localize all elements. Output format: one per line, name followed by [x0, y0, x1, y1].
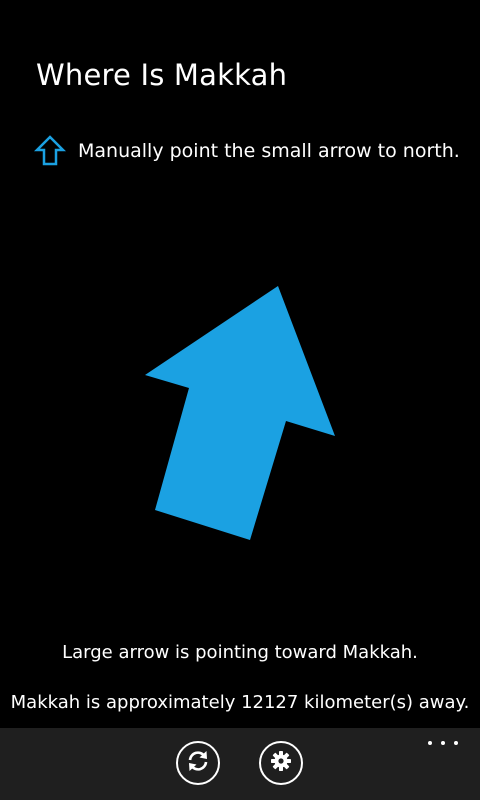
- app-page: Where Is Makkah Manually point the small…: [0, 0, 480, 800]
- direction-arrow-icon: [140, 282, 340, 548]
- app-bar: [0, 728, 480, 800]
- direction-status-text: Large arrow is pointing toward Makkah.: [62, 642, 418, 663]
- refresh-icon: [185, 748, 211, 778]
- north-hint: Manually point the small arrow to north.: [34, 134, 460, 168]
- settings-gear-icon: [270, 750, 292, 776]
- ellipsis-icon: [428, 741, 432, 745]
- settings-button[interactable]: [259, 741, 303, 785]
- more-options-button[interactable]: [428, 738, 458, 748]
- refresh-button[interactable]: [176, 741, 220, 785]
- page-title: Where Is Makkah: [36, 58, 288, 92]
- north-hint-text: Manually point the small arrow to north.: [78, 140, 460, 162]
- distance-status-text: Makkah is approximately 12127 kilometer(…: [10, 692, 470, 713]
- up-arrow-outline-icon: [34, 135, 66, 167]
